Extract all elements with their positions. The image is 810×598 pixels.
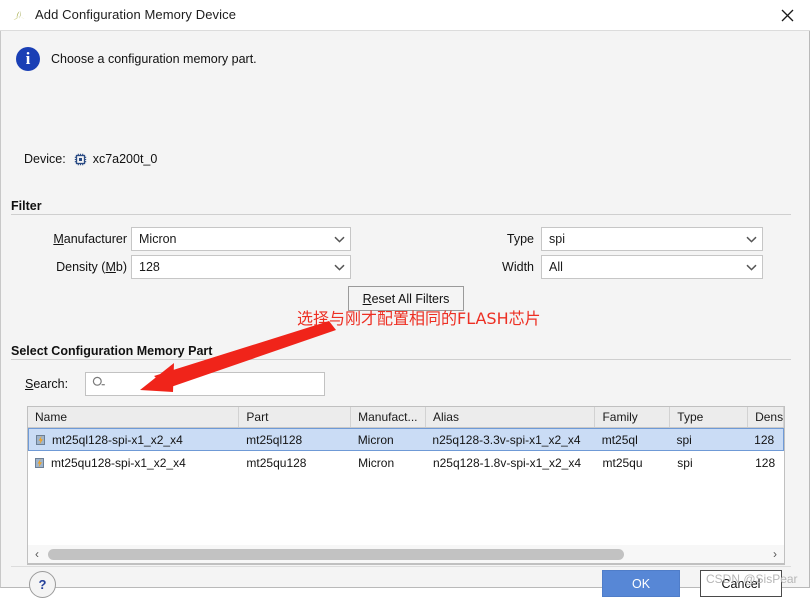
ok-button[interactable]: OK [602,570,680,597]
cell-name: mt25qu128-spi-x1_x2_x4 [28,451,239,474]
density-combobox[interactable]: 128 [131,255,351,279]
select-part-group-divider [11,359,791,360]
density-label-mnemonic: M [105,260,116,274]
cell-density: 128 [754,432,775,447]
cell-alias: n25q128-1.8v-spi-x1_x2_x4 [432,455,582,470]
column-header-part[interactable]: Part [239,407,352,427]
table-header-row: Name Part Manufact... Alias Family Type Densi [28,407,784,428]
search-input[interactable] [109,376,309,392]
search-label: Search: [25,377,68,391]
type-label: Type [506,232,534,246]
cell-type: spi [677,455,693,470]
device-chip-icon [74,153,87,166]
vivado-logo-icon [11,8,28,25]
width-combobox[interactable]: All [541,255,763,279]
table-body: mt25ql128-spi-x1_x2_x4 mt25ql128 Micron n25… [28,428,784,474]
type-value: spi [549,232,565,246]
scrollbar-track[interactable] [46,545,766,564]
reset-button-label-rest: eset All Filters [371,291,450,306]
scroll-left-arrow-icon[interactable]: ‹ [28,547,46,561]
chevron-down-icon [740,264,762,271]
chevron-down-icon [740,236,762,243]
title-bar: Add Configuration Memory Device [0,0,810,31]
manufacturer-label-rest: anufacturer [63,232,127,246]
device-label: Device: [24,152,66,166]
column-header-manufacturer[interactable]: Manufact... [351,407,426,427]
device-value: xc7a200t_0 [92,152,158,166]
memory-part-table: Name Part Manufact... Alias Family Type Densi … [27,406,785,565]
table-row[interactable]: mt25qu128-spi-x1_x2_x4 mt25qu128 Micron n25… [28,451,784,474]
memory-chip-icon [34,457,46,469]
width-label: Width [502,260,534,274]
cell-family: mt25ql [601,432,638,447]
filter-group-title: Filter [11,199,48,213]
manufacturer-label-mnemonic: M [53,232,64,246]
manufacturer-value: Micron [139,232,177,246]
cell-part: mt25ql128 [246,432,303,447]
density-label-suffix: b) [115,260,127,274]
column-header-alias[interactable]: Alias [426,407,596,427]
column-header-name[interactable]: Name [28,407,240,427]
density-label-prefix: Density ( [56,260,106,274]
help-button[interactable]: ? [29,571,56,598]
scrollbar-thumb[interactable] [48,548,624,560]
cell-part: mt25qu128 [246,455,307,470]
cell-name: mt25ql128-spi-x1_x2_x4 [29,429,239,450]
manufacturer-combobox[interactable]: Micron [131,227,351,251]
device-row: Device: xc7a200t_0 [24,152,157,166]
window-title: Add Configuration Memory Device [35,7,237,22]
column-header-type[interactable]: Type [670,407,749,427]
cell-name-text: mt25ql128-spi-x1_x2_x4 [52,432,183,447]
search-box[interactable] [85,372,325,396]
info-icon: i [16,47,40,71]
table-horizontal-scrollbar[interactable]: ‹ › [27,545,785,564]
dialog-window: Add Configuration Memory Device i Choose… [0,0,810,598]
filter-group-divider [11,214,791,215]
chevron-down-icon [328,264,350,271]
table-row[interactable]: mt25ql128-spi-x1_x2_x4 mt25ql128 Micron n25… [28,428,784,451]
reset-button-mnemonic: R [362,291,372,306]
cell-density: 128 [755,455,776,470]
cell-family: mt25qu [602,455,643,470]
width-value: All [549,260,563,274]
cell-name-text: mt25qu128-spi-x1_x2_x4 [51,455,186,470]
type-combobox[interactable]: spi [541,227,763,251]
watermark: CSDN @SisPear [706,572,798,586]
cell-alias: n25q128-3.3v-spi-x1_x2_x4 [432,432,581,447]
chevron-down-icon [328,236,350,243]
cell-type: spi [676,432,692,447]
select-part-group-title: Select Configuration Memory Part [11,344,219,358]
manufacturer-label: Manufacturer [11,232,127,246]
info-message: Choose a configuration memory part. [51,52,257,66]
annotation-note: 选择与刚才配置相同的FLASH芯片 [297,309,541,328]
density-label: Density (Mb) [11,260,127,274]
memory-chip-icon [35,434,47,446]
search-icon [92,376,106,392]
cell-manufacturer: Micron [357,432,394,447]
cell-manufacturer: Micron [358,455,395,470]
footer-divider [11,566,791,567]
search-label-rest: earch: [33,377,69,391]
column-header-family[interactable]: Family [595,407,671,427]
column-header-density[interactable]: Densi [748,407,784,427]
density-value: 128 [139,260,160,274]
close-button[interactable] [764,0,810,30]
scroll-right-arrow-icon[interactable]: › [766,547,784,561]
